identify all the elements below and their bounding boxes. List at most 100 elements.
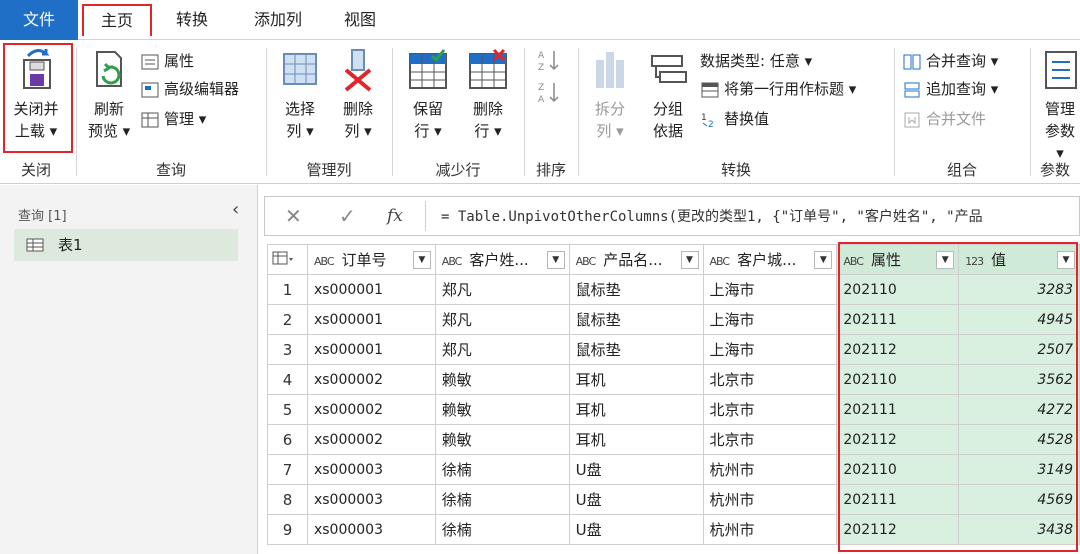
table-cell[interactable]: 4569 [958,484,1080,515]
table-cell[interactable]: 4272 [958,394,1080,425]
table-cell[interactable]: 4528 [958,424,1080,455]
table-cell[interactable]: 北京市 [702,364,838,395]
table-cell[interactable]: 徐楠 [434,454,570,485]
table-row[interactable]: 4 xs000002 赖敏 耳机 北京市 202110 3562 [267,364,1080,395]
table-cell[interactable]: 郑凡 [434,334,570,365]
table-cell[interactable]: 北京市 [702,424,838,455]
table-cell[interactable]: xs000003 [306,514,436,545]
column-header[interactable]: ABC 客户姓... ▼ [434,244,570,275]
table-cell[interactable]: 202110 [836,274,960,305]
fx-icon[interactable]: fx [387,206,403,226]
tab-home[interactable]: 主页 [82,4,152,36]
confirm-formula-icon[interactable]: ✓ [339,204,356,228]
table-cell[interactable]: xs000001 [306,334,436,365]
table-cell[interactable]: U盘 [568,514,704,545]
column-filter-button[interactable]: ▼ [936,251,955,269]
table-cell[interactable]: 3562 [958,364,1080,395]
table-cell[interactable]: 徐楠 [434,484,570,515]
column-header-value[interactable]: 123 值 ▼ [958,244,1080,275]
table-cell[interactable]: 3149 [958,454,1080,485]
column-filter-button[interactable]: ▼ [412,251,431,269]
group-by-button[interactable]: 分组 依据 [640,46,696,142]
table-cell[interactable]: xs000001 [306,304,436,335]
column-header-attribute[interactable]: ABC 属性 ▼ [836,244,960,275]
split-column-button[interactable]: 拆分 列 ▾ [584,46,636,142]
table-cell[interactable]: 202112 [836,514,960,545]
table-row[interactable]: 8 xs000003 徐楠 U盘 杭州市 202111 4569 [267,484,1080,515]
tab-view[interactable]: 视图 [332,0,388,40]
replace-values-button[interactable]: 1 2 替换值 [700,106,769,132]
table-cell[interactable]: 202112 [836,424,960,455]
column-header[interactable]: ABC 产品名... ▼ [568,244,704,275]
collapse-pane-icon[interactable]: ‹ [232,199,239,220]
table-cell[interactable]: 202112 [836,334,960,365]
table-cell[interactable]: xs000002 [306,394,436,425]
table-cell[interactable]: xs000002 [306,424,436,455]
table-cell[interactable]: 202111 [836,304,960,335]
append-queries-button[interactable]: 追加查询 ▾ [902,76,998,102]
tab-add-column[interactable]: 添加列 [236,0,320,40]
column-filter-button[interactable]: ▼ [814,251,833,269]
table-cell[interactable]: 郑凡 [434,274,570,305]
merge-queries-button[interactable]: 合并查询 ▾ [902,48,998,74]
table-cell[interactable]: 3438 [958,514,1080,545]
tab-file[interactable]: 文件 [0,0,78,40]
table-cell[interactable]: 赖敏 [434,424,570,455]
table-cell[interactable]: 赖敏 [434,394,570,425]
table-cell[interactable]: 202110 [836,364,960,395]
table-row[interactable]: 3 xs000001 郑凡 鼠标垫 上海市 202112 2507 [267,334,1080,365]
table-cell[interactable]: 上海市 [702,304,838,335]
table-cell[interactable]: 杭州市 [702,484,838,515]
query-item-table1[interactable]: 表1 [14,229,238,261]
table-cell[interactable]: xs000003 [306,454,436,485]
choose-columns-button[interactable]: 选择 列 ▾ [272,46,328,142]
remove-rows-button[interactable]: 删除 行 ▾ [460,46,516,142]
table-cell[interactable]: xs000001 [306,274,436,305]
table-cell[interactable]: 202111 [836,394,960,425]
table-cell[interactable]: 鼠标垫 [568,334,704,365]
table-cell[interactable]: 上海市 [702,334,838,365]
table-cell[interactable]: 耳机 [568,394,704,425]
table-cell[interactable]: 北京市 [702,394,838,425]
combine-files-button[interactable]: 合并文件 [902,106,986,132]
sort-descending-button[interactable]: ZA [538,78,566,105]
table-row[interactable]: 2 xs000001 郑凡 鼠标垫 上海市 202111 4945 [267,304,1080,335]
column-header[interactable]: ABC 订单号 ▼ [306,244,436,275]
select-all-cell[interactable] [267,244,308,275]
table-cell[interactable]: 赖敏 [434,364,570,395]
table-row[interactable]: 6 xs000002 赖敏 耳机 北京市 202112 4528 [267,424,1080,455]
keep-rows-button[interactable]: 保留 行 ▾ [400,46,456,142]
table-cell[interactable]: xs000002 [306,364,436,395]
table-row[interactable]: 5 xs000002 赖敏 耳机 北京市 202111 4272 [267,394,1080,425]
advanced-editor-button[interactable]: 高级编辑器 [140,76,239,102]
table-row[interactable]: 1 xs000001 郑凡 鼠标垫 上海市 202110 3283 [267,274,1080,305]
table-row[interactable]: 7 xs000003 徐楠 U盘 杭州市 202110 3149 [267,454,1080,485]
column-filter-button[interactable]: ▼ [546,251,565,269]
column-filter-button[interactable]: ▼ [1057,251,1075,269]
table-cell[interactable]: 徐楠 [434,514,570,545]
table-cell[interactable]: 杭州市 [702,514,838,545]
table-cell[interactable]: 耳机 [568,364,704,395]
table-cell[interactable]: U盘 [568,484,704,515]
table-cell[interactable]: 郑凡 [434,304,570,335]
use-first-row-as-headers-button[interactable]: 将第一行用作标题 ▾ [700,76,856,102]
properties-button[interactable]: 属性 [140,48,194,74]
tab-transform[interactable]: 转换 [160,0,224,40]
table-row[interactable]: 9 xs000003 徐楠 U盘 杭州市 202112 3438 [267,514,1080,545]
table-cell[interactable]: 鼠标垫 [568,304,704,335]
table-cell[interactable]: xs000003 [306,484,436,515]
manage-button[interactable]: 管理 ▾ [140,106,206,132]
table-cell[interactable]: 鼠标垫 [568,274,704,305]
table-cell[interactable]: 4945 [958,304,1080,335]
table-cell[interactable]: 2507 [958,334,1080,365]
column-filter-button[interactable]: ▼ [680,251,699,269]
column-header[interactable]: ABC 客户城... ▼ [702,244,838,275]
data-type-dropdown[interactable]: 数据类型: 任意 ▾ [700,48,812,74]
refresh-preview-button[interactable]: 刷新 预览 ▾ [82,46,136,142]
table-cell[interactable]: 耳机 [568,424,704,455]
manage-parameters-button[interactable]: 管理 参数 ▾ [1040,46,1080,164]
formula-input[interactable]: = Table.UnpivotOtherColumns(更改的类型1, {"订单… [441,206,983,226]
table-cell[interactable]: 杭州市 [702,454,838,485]
cancel-formula-icon[interactable]: ✕ [285,204,302,228]
table-cell[interactable]: U盘 [568,454,704,485]
